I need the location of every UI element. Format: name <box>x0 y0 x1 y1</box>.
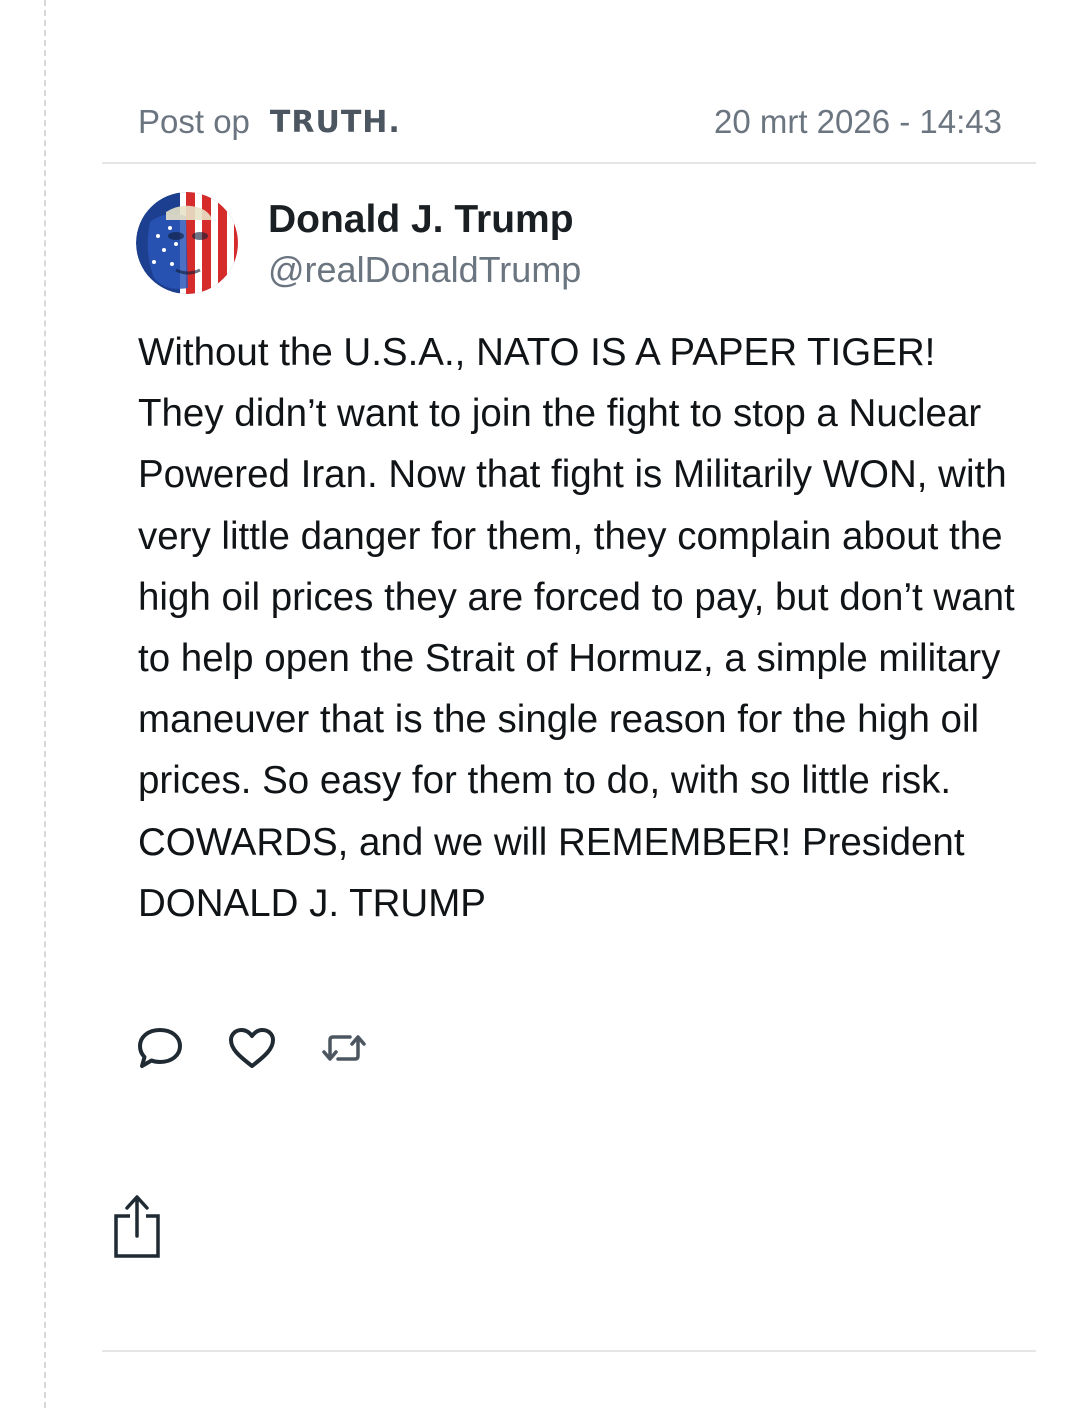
like-button[interactable] <box>226 1024 278 1072</box>
author-names: Donald J. Trump @realDonaldTrump <box>268 192 581 296</box>
heart-icon <box>229 1028 275 1068</box>
post-actions <box>134 1024 370 1072</box>
post-timestamp: 20 mrt 2026 - 14:43 <box>713 103 1002 140</box>
author-block: Donald J. Trump @realDonaldTrump <box>136 192 581 296</box>
comment-icon <box>138 1028 182 1068</box>
comment-button[interactable] <box>134 1024 186 1072</box>
post-body-text: Without the U.S.A., NATO IS A PAPER TIGE… <box>138 331 1015 925</box>
footer-divider <box>102 1350 1036 1352</box>
avatar-image <box>136 192 238 294</box>
repost-icon <box>322 1035 366 1061</box>
post-screenshot: Post op TRUTH. 20 mrt 2026 - 14:43 Donal… <box>0 0 1080 1408</box>
author-display-name[interactable]: Donald J. Trump <box>268 196 581 244</box>
repost-button[interactable] <box>318 1024 370 1072</box>
share-icon <box>114 1195 160 1258</box>
header-divider <box>102 162 1036 164</box>
source-label: Post op TRUTH. <box>138 103 401 141</box>
avatar[interactable] <box>136 192 238 294</box>
truth-logo: TRUTH. <box>269 104 401 140</box>
share-button[interactable] <box>110 1192 166 1260</box>
post-on-label: Post op <box>138 103 250 140</box>
side-dashed-rule <box>44 0 46 1408</box>
author-handle[interactable]: @realDonaldTrump <box>268 244 581 296</box>
post-header: Post op TRUTH. 20 mrt 2026 - 14:43 <box>138 100 1002 144</box>
